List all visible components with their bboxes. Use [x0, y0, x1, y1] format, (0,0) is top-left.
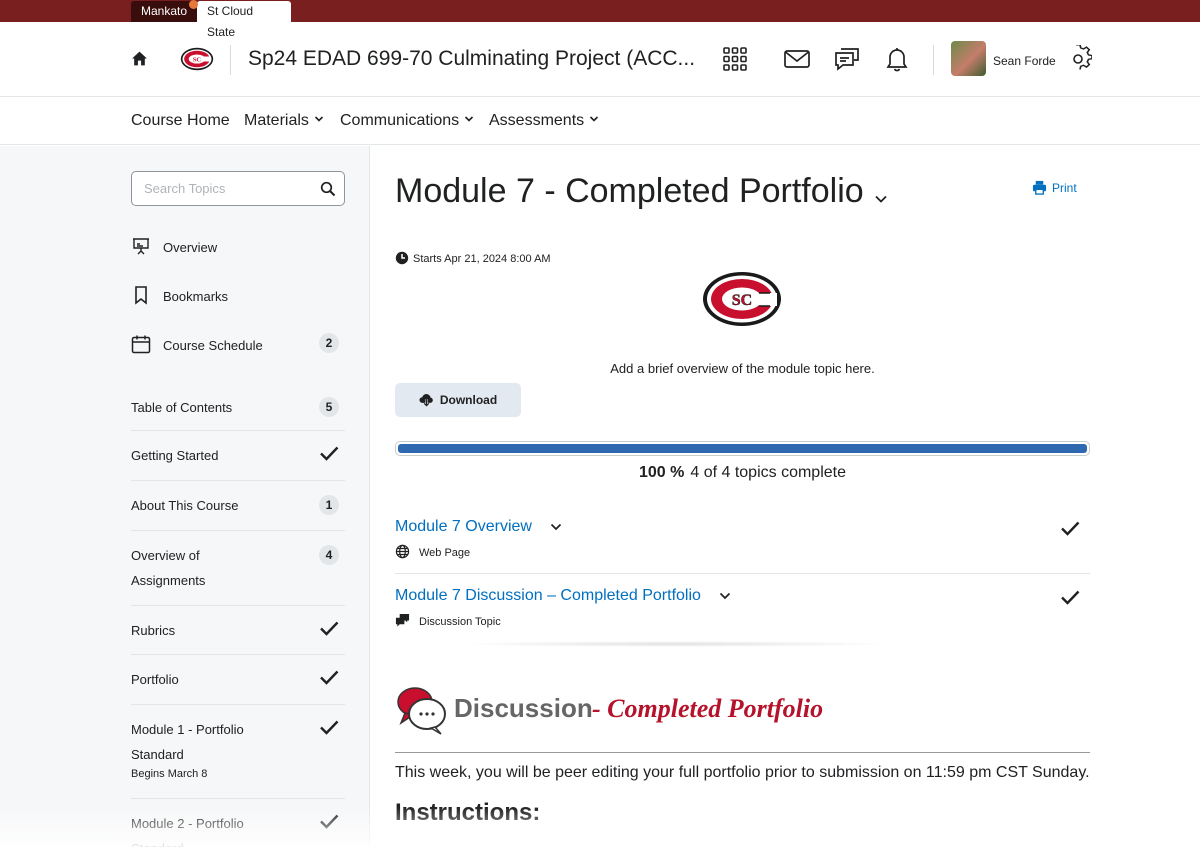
- topic-link[interactable]: Module 7 Overview: [395, 518, 532, 535]
- count-badge: 1: [319, 495, 339, 515]
- notification-dot: [189, 0, 198, 9]
- sidebar-table-of-contents[interactable]: Table of Contents 5: [131, 383, 345, 431]
- checkmark-icon: [320, 446, 339, 461]
- sidebar-item-module-2[interactable]: Module 2 - Portfolio Standard: [131, 799, 345, 847]
- search-input[interactable]: [132, 172, 302, 205]
- course-navbar: Course Home Materials Communications Ass…: [0, 97, 1200, 145]
- nav-materials[interactable]: Materials: [244, 112, 324, 130]
- topic-type: Web Page: [395, 544, 1090, 559]
- topic-module-7-overview: Module 7 Overview Web Page: [395, 518, 1090, 559]
- chevron-down-icon[interactable]: [719, 592, 731, 600]
- header-divider-right: [933, 45, 934, 75]
- chevron-down-icon[interactable]: [874, 194, 888, 204]
- topic-link[interactable]: Module 7 Discussion – Completed Portfoli…: [395, 587, 701, 604]
- search-icon[interactable]: [320, 181, 336, 197]
- instructions-heading: Instructions:: [395, 799, 541, 826]
- sidebar-item-rubrics[interactable]: Rubrics: [131, 606, 345, 655]
- week-instructions-text: This week, you will be peer editing your…: [395, 764, 1090, 781]
- svg-text:SC: SC: [193, 56, 202, 63]
- checkmark-icon: [1061, 521, 1080, 536]
- print-button[interactable]: Print: [1032, 180, 1077, 195]
- sidebar: Overview Bookmarks Course Schedule 2 Tab…: [0, 146, 370, 847]
- grid-icon[interactable]: [721, 45, 749, 73]
- header: SC Sp24 EDAD 699-70 Culminating Project …: [0, 22, 1200, 97]
- globe-icon: [395, 544, 410, 559]
- sidebar-item-about-this-course[interactable]: About This Course 1: [131, 481, 345, 531]
- chevron-down-icon: [465, 116, 474, 122]
- checkmark-icon: [320, 621, 339, 636]
- chat-icon[interactable]: [833, 45, 861, 73]
- cloud-download-icon: [419, 394, 433, 408]
- checkmark-icon: [320, 670, 339, 685]
- sidebar-item-portfolio[interactable]: Portfolio: [131, 655, 345, 705]
- module-overview-text: Add a brief overview of the module topic…: [610, 361, 875, 376]
- bookmark-icon: [135, 286, 147, 305]
- calendar-icon: [131, 335, 151, 354]
- checkmark-icon: [1061, 590, 1080, 605]
- discussion-icon: [395, 613, 410, 627]
- org-bar: Mankato St Cloud State: [0, 0, 1200, 39]
- count-badge: 2: [319, 333, 339, 353]
- divider: [395, 752, 1090, 753]
- org-tab-mankato[interactable]: Mankato: [131, 1, 197, 22]
- avatar[interactable]: [951, 41, 986, 76]
- course-title[interactable]: Sp24 EDAD 699-70 Culminating Project (AC…: [248, 47, 698, 71]
- download-button[interactable]: Download: [395, 383, 521, 417]
- checkmark-icon: [320, 814, 339, 829]
- chevron-down-icon[interactable]: [550, 523, 562, 531]
- discussion-banner-subtitle: - Completed Portfolio: [592, 694, 824, 723]
- sidebar-item-overview-of-assignments[interactable]: Overview of Assignments 4: [131, 531, 345, 606]
- bell-icon[interactable]: [883, 45, 911, 73]
- sidebar-link-course-schedule[interactable]: Course Schedule 2: [131, 333, 345, 356]
- progress-fill: [398, 444, 1087, 453]
- sidebar-item-module-1[interactable]: Module 1 - Portfolio Standard Begins Mar…: [131, 705, 345, 799]
- section-shadow: [455, 641, 895, 647]
- nav-communications[interactable]: Communications: [340, 112, 474, 130]
- header-divider: [230, 45, 231, 75]
- gear-icon[interactable]: [1064, 45, 1092, 73]
- progress-text: 100 % 4 of 4 topics complete: [638, 464, 846, 481]
- topic-type: Discussion Topic: [395, 613, 1090, 628]
- search-box: [131, 171, 345, 206]
- page-title: Module 7 - Completed Portfolio: [395, 172, 864, 210]
- scsu-logo-icon: SC: [703, 272, 781, 326]
- user-name[interactable]: Sean Forde: [993, 54, 1056, 68]
- checkmark-icon: [320, 720, 339, 735]
- chevron-down-icon: [590, 116, 599, 122]
- clock-icon: [395, 251, 409, 265]
- divider: [395, 573, 1090, 574]
- chevron-down-icon: [314, 116, 323, 122]
- org-tab-st-cloud-state[interactable]: St Cloud State: [197, 1, 291, 39]
- svg-text:SC: SC: [732, 292, 752, 309]
- sidebar-item-getting-started[interactable]: Getting Started: [131, 431, 345, 481]
- nav-course-home[interactable]: Course Home: [131, 112, 230, 130]
- count-badge: 4: [319, 545, 339, 565]
- nav-assessments[interactable]: Assessments: [489, 112, 599, 130]
- discussion-banner-word: Discussion: [454, 693, 593, 723]
- topic-module-7-discussion: Module 7 Discussion – Completed Portfoli…: [395, 587, 1090, 628]
- speech-bubbles-icon: [397, 687, 446, 735]
- progress-bar: [395, 441, 1090, 456]
- home-icon[interactable]: [131, 50, 148, 67]
- discussion-banner: Discussion - Completed Portfolio: [395, 681, 1090, 737]
- scsu-logo-icon[interactable]: SC: [180, 46, 214, 72]
- printer-icon: [1032, 180, 1047, 195]
- count-badge: 5: [319, 397, 339, 417]
- start-date: Starts Apr 21, 2024 8:00 AM: [395, 251, 551, 265]
- presentation-icon: [133, 238, 149, 255]
- mail-icon[interactable]: [783, 45, 811, 73]
